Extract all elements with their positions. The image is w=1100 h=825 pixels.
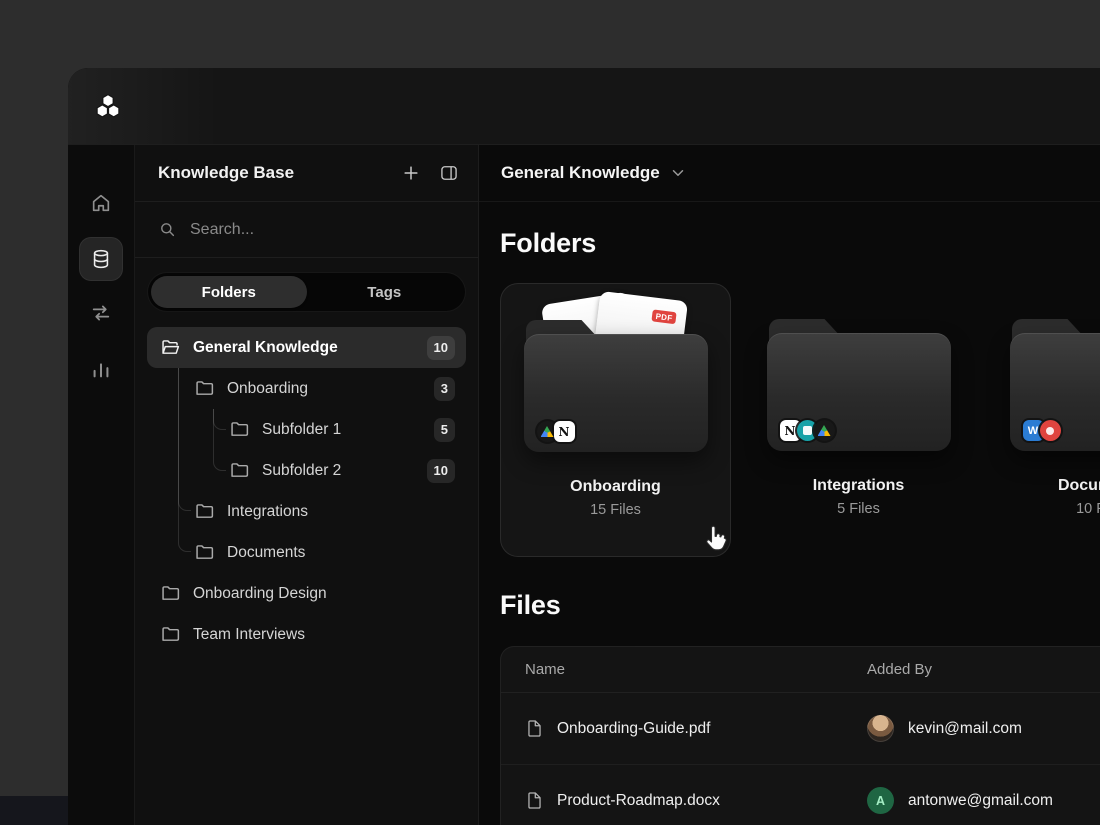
sidebar: Knowledge Base Folders Tags: [134, 145, 479, 825]
notion-icon: N: [554, 421, 575, 442]
folder-card-integrations[interactable]: N Integrations 5 Files: [743, 283, 974, 557]
count-badge: 10: [427, 459, 455, 483]
folder-card-documents[interactable]: W Documents 10 Files: [986, 283, 1100, 557]
files-table-header: Name Added By: [501, 647, 1100, 693]
file-icon: [525, 791, 544, 810]
file-name: Onboarding-Guide.pdf: [557, 720, 710, 738]
app-badges: W: [1023, 420, 1061, 441]
file-icon: [525, 719, 544, 738]
home-icon: [90, 192, 112, 214]
files-section-heading: Files: [500, 590, 1100, 621]
desktop: { "app": { "logo": "cubes-logo" }, "rail…: [0, 0, 1100, 825]
search-bar: [135, 202, 478, 258]
folder-front: W: [1010, 333, 1100, 451]
tree-item-subfolder-1[interactable]: Subfolder 1 5: [147, 409, 466, 450]
count-badge: 5: [434, 418, 455, 442]
collapse-panel-button[interactable]: [436, 160, 462, 186]
folder-front: N: [767, 333, 951, 451]
folder-card-count: 5 Files: [837, 501, 880, 517]
added-by-email: antonwe@gmail.com: [908, 792, 1053, 810]
folder-tree: General Knowledge 10 Onboarding 3 Subfol…: [147, 327, 466, 655]
plus-icon: [401, 163, 421, 183]
app-window: Knowledge Base Folders Tags: [68, 68, 1100, 825]
tree-item-onboarding-design[interactable]: Onboarding Design: [147, 573, 466, 614]
pdf-tag: PDF: [651, 309, 676, 324]
app-logo-cubes-icon[interactable]: [94, 93, 122, 121]
main-header: General Knowledge: [479, 145, 1100, 202]
folder-icon: [160, 624, 181, 645]
database-icon: [90, 248, 112, 270]
main-content: Folders PDF N: [479, 202, 1100, 825]
bar-chart-icon: [90, 358, 112, 380]
tab-tags[interactable]: Tags: [307, 276, 463, 308]
sidebar-header: Knowledge Base: [135, 145, 478, 202]
app-badges: N: [780, 420, 835, 441]
folder-icon: [194, 542, 215, 563]
avatar-initial: A: [867, 787, 894, 814]
count-badge: 10: [427, 336, 455, 360]
tree-item-onboarding[interactable]: Onboarding 3: [147, 368, 466, 409]
nav-rail: [68, 145, 134, 825]
count-badge: 3: [434, 377, 455, 401]
folder-cards-row: PDF N Onboarding 15 Files: [500, 283, 1100, 557]
background-window-edge: [0, 796, 68, 825]
folder-icon: [229, 419, 250, 440]
nav-knowledge-base-button[interactable]: [79, 237, 123, 281]
transfer-arrows-icon: [90, 302, 112, 324]
breadcrumb: General Knowledge: [501, 163, 660, 183]
folder-front: N: [524, 334, 708, 452]
tree-item-team-interviews[interactable]: Team Interviews: [147, 614, 466, 655]
nav-transfer-button[interactable]: [79, 291, 123, 335]
folder-card-title: Onboarding: [570, 478, 661, 496]
folder-open-icon: [160, 337, 181, 358]
add-button[interactable]: [398, 160, 424, 186]
folder-icon: [160, 583, 181, 604]
tree-item-general-knowledge[interactable]: General Knowledge 10: [147, 327, 466, 368]
folders-tags-segmented-control: Folders Tags: [147, 272, 466, 312]
table-row[interactable]: Onboarding-Guide.pdf kevin@mail.com: [501, 693, 1100, 765]
folder-card-count: 15 Files: [590, 502, 641, 518]
added-by-email: kevin@mail.com: [908, 720, 1022, 738]
tree-item-subfolder-2[interactable]: Subfolder 2 10: [147, 450, 466, 491]
files-table: Name Added By Onboarding-Guide.pdf kevin…: [500, 646, 1100, 825]
folder-card-title: Documents: [1058, 477, 1100, 495]
folders-section-heading: Folders: [500, 228, 1100, 259]
window-topbar: [68, 68, 1100, 145]
google-drive-icon: [814, 420, 835, 441]
topbar-highlight: [68, 68, 220, 144]
file-name: Product-Roadmap.docx: [557, 792, 720, 810]
tree-item-documents[interactable]: Documents: [147, 532, 466, 573]
nav-analytics-button[interactable]: [79, 347, 123, 391]
folder-card-count: 10 Files: [1076, 501, 1100, 517]
chevron-down-icon[interactable]: [669, 164, 687, 182]
pdf-app-icon: [1040, 420, 1061, 441]
sidebar-title: Knowledge Base: [158, 163, 386, 183]
search-input[interactable]: [190, 221, 455, 239]
app-badges: N: [537, 421, 575, 442]
avatar-photo: [867, 715, 894, 742]
tab-folders[interactable]: Folders: [151, 276, 307, 308]
folder-card-onboarding[interactable]: PDF N Onboarding 15 Files: [500, 283, 731, 557]
folder-icon: [194, 378, 215, 399]
panel-toggle-icon: [439, 163, 459, 183]
folder-illustration: N: [767, 313, 951, 451]
folder-icon: [194, 501, 215, 522]
folder-illustration: W: [1010, 313, 1100, 451]
column-header-added-by: Added By: [867, 661, 932, 678]
folder-card-title: Integrations: [813, 477, 905, 495]
folder-illustration: PDF N: [524, 314, 708, 452]
nav-home-button[interactable]: [79, 181, 123, 225]
table-row[interactable]: Product-Roadmap.docx A antonwe@gmail.com: [501, 765, 1100, 825]
search-icon: [158, 220, 177, 239]
main-panel: General Knowledge Folders PDF: [479, 145, 1100, 825]
folder-icon: [229, 460, 250, 481]
column-header-name: Name: [525, 661, 867, 678]
tree-item-integrations[interactable]: Integrations: [147, 491, 466, 532]
